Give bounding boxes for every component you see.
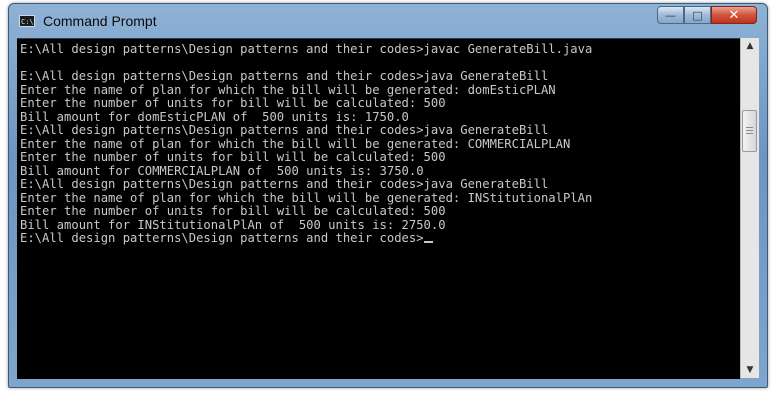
close-button[interactable]: ✕ [711, 6, 757, 24]
console-output[interactable]: E:\All design patterns\Design patterns a… [17, 38, 740, 379]
console-line: E:\All design patterns\Design patterns a… [20, 42, 593, 56]
maximize-icon: □ [692, 8, 703, 22]
console-icon[interactable]: C:\ [19, 15, 35, 27]
console-line: Bill amount for COMMERCIALPLAN of 500 un… [20, 163, 424, 178]
vertical-scrollbar[interactable]: ▲ ▼ [740, 38, 759, 378]
maximize-button[interactable]: □ [684, 6, 711, 24]
console-line: Enter the name of plan for which the bil… [20, 136, 571, 151]
console-line: E:\All design patterns\Design patterns a… [20, 123, 549, 137]
scroll-up-button[interactable]: ▲ [741, 38, 759, 54]
text-cursor [423, 241, 433, 243]
window-controls: — □ ✕ [657, 6, 757, 26]
console-line: Bill amount for domEsticPLAN of 500 unit… [20, 109, 409, 124]
minimize-icon: — [665, 8, 676, 22]
minimize-button[interactable]: — [657, 6, 684, 24]
title-bar[interactable]: C:\ Command Prompt — □ ✕ [9, 4, 767, 38]
console-line: Enter the number of units for bill will … [20, 150, 446, 164]
console-prompt-line: E:\All design patterns\Design patterns a… [20, 231, 424, 245]
console-text: E:\All design patterns\Design patterns a… [17, 39, 740, 246]
window-title: Command Prompt [43, 13, 157, 29]
console-line: Bill amount for INStitutionalPlAn of 500… [20, 217, 446, 232]
console-line: Enter the name of plan for which the bil… [20, 190, 593, 205]
console-line: Enter the name of plan for which the bil… [20, 82, 556, 97]
console-line: E:\All design patterns\Design patterns a… [20, 177, 549, 191]
scrollbar-thumb[interactable] [742, 110, 757, 152]
chevron-up-icon: ▲ [746, 41, 754, 51]
console-line: E:\All design patterns\Design patterns a… [20, 69, 549, 83]
console-line: Enter the number of units for bill will … [20, 204, 446, 218]
chevron-down-icon: ▼ [746, 365, 754, 375]
close-icon: ✕ [728, 7, 740, 23]
scroll-down-button[interactable]: ▼ [741, 362, 759, 378]
grip-icon [746, 127, 753, 135]
console-line: Enter the number of units for bill will … [20, 96, 446, 110]
command-prompt-window: C:\ Command Prompt — □ ✕ E:\All design p… [8, 3, 768, 388]
